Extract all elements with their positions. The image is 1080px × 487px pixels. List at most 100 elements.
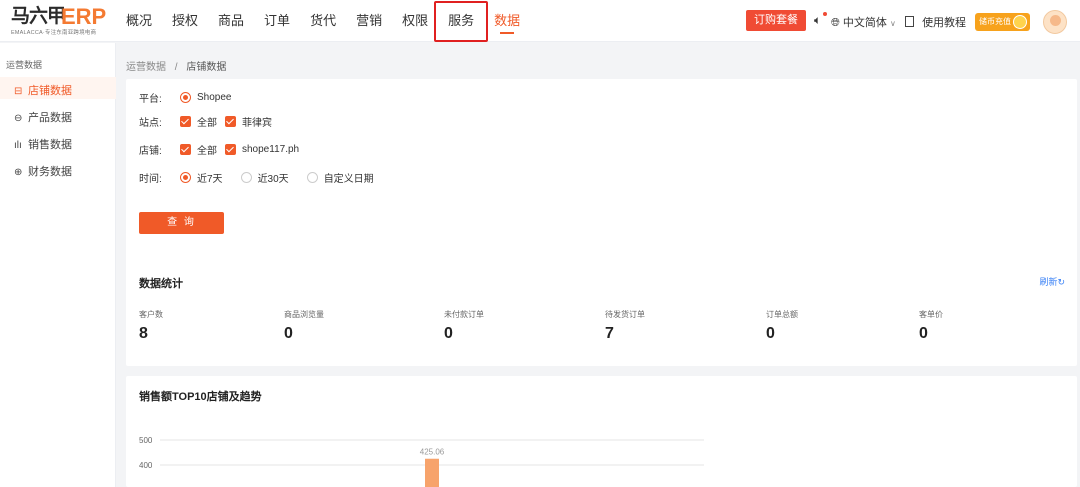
nav-item-orders[interactable]: 订单 — [254, 0, 300, 42]
notification-dot — [823, 12, 827, 16]
nav-item-overview[interactable]: 概况 — [116, 0, 162, 42]
platform-radio-shopee[interactable] — [180, 92, 191, 103]
stat-label: 客户数 — [139, 310, 163, 319]
site-all-label: 全部 — [197, 118, 217, 129]
stat-order-total: 订单总额 0 — [766, 309, 798, 343]
chevron-down-icon: ∨ — [889, 19, 896, 28]
logo-erp-text: ERP — [61, 4, 107, 29]
nav-item-products[interactable]: 商品 — [208, 0, 254, 42]
logo-subtitle: EMALACCA·专注东南亚跨境电商 — [11, 30, 97, 36]
finance-icon: ⊕ — [14, 167, 23, 178]
site-all-checkbox[interactable] — [180, 116, 191, 127]
site-ph-checkbox[interactable] — [225, 116, 236, 127]
language-label: 中文简体 — [842, 17, 887, 29]
stat-label: 订单总额 — [766, 310, 798, 319]
nav-item-marketing[interactable]: 营销 — [346, 0, 392, 42]
sidebar-item-label: 财务数据 — [28, 166, 72, 178]
stat-product-views: 商品浏览量 0 — [284, 309, 324, 343]
time-option-7d: 近7天 — [197, 174, 223, 185]
tutorial-label: 使用教程 — [922, 17, 967, 29]
sidebar-section-title: 运营数据 — [6, 60, 43, 70]
store-icon: ⊟ — [14, 86, 23, 97]
coin-icon — [1013, 15, 1027, 29]
tutorial-link[interactable]: 使用教程 — [905, 14, 966, 30]
nav-item-permissions[interactable]: 权限 — [392, 0, 438, 42]
sidebar-item-finance-data[interactable]: ⊕ 财务数据 — [14, 163, 72, 179]
time-row: 时间: 近7天 近30天 自定义日期 — [139, 170, 382, 185]
breadcrumb-current: 店铺数据 — [186, 62, 227, 73]
user-avatar[interactable] — [1043, 10, 1067, 34]
sales-chart-icon: ılı — [14, 140, 22, 151]
stat-unpaid-orders: 未付款订单 0 — [444, 309, 484, 343]
filter-card: 平台: Shopee 站点: 全部 菲律宾 店铺: 全部 shope117.ph… — [126, 79, 1077, 286]
speaker-notification-icon[interactable]: 🔈︎ — [814, 13, 821, 28]
language-selector[interactable]: 🌐︎ 中文简体 ∨ — [831, 14, 896, 30]
stat-avg-order-value: 客单价 0 — [919, 309, 943, 343]
platform-label: 平台: — [139, 94, 162, 105]
time-radio-7d[interactable] — [180, 172, 191, 183]
recharge-label: 储币充值 — [979, 17, 1011, 26]
stat-pending-shipment: 待发货订单 7 — [605, 309, 645, 343]
nav-item-auth[interactable]: 授权 — [162, 0, 208, 42]
sidebar-item-product-data[interactable]: ⊖ 产品数据 — [14, 109, 72, 125]
refresh-button[interactable]: 刷新↻ — [1039, 275, 1065, 288]
breadcrumb-separator: / — [174, 62, 178, 73]
sidebar-item-label: 产品数据 — [28, 112, 72, 124]
store-shop-checkbox[interactable] — [225, 144, 236, 155]
refresh-label: 刷新 — [1039, 277, 1058, 287]
store-all-label: 全部 — [197, 146, 217, 157]
store-shop-label: shope117.ph — [242, 144, 300, 155]
stat-value: 8 — [139, 325, 148, 342]
query-button[interactable]: 查 询 — [139, 212, 224, 234]
nav-item-forwarder[interactable]: 货代 — [300, 0, 346, 42]
store-label: 店铺: — [139, 146, 162, 157]
chart-card: 销售额TOP10店铺及趋势 500 400 425.06 — [126, 376, 1077, 487]
buy-plan-button[interactable]: 订购套餐 — [746, 10, 806, 31]
sidebar-item-label: 店铺数据 — [28, 85, 72, 97]
bar-data-label: 425.06 — [420, 448, 445, 457]
stat-label: 商品浏览量 — [284, 310, 324, 319]
site-label: 站点: — [139, 118, 162, 129]
sidebar-item-store-data[interactable]: ⊟ 店铺数据 — [14, 82, 72, 98]
stats-card: 数据统计 刷新↻ 客户数 8 商品浏览量 0 未付款订单 0 待发货订单 7 订单总额 0… — [126, 258, 1077, 366]
platform-row: 平台: Shopee — [139, 90, 239, 105]
stat-label: 待发货订单 — [605, 310, 645, 319]
logo-cn-text: 马六甲 — [11, 6, 66, 27]
y-tick-label: 500 — [139, 436, 153, 445]
store-all-checkbox[interactable] — [180, 144, 191, 155]
time-option-30d: 近30天 — [257, 174, 289, 185]
highlight-annotation-box — [434, 1, 488, 42]
stat-customers: 客户数 8 — [139, 309, 163, 343]
stats-title: 数据统计 — [139, 278, 183, 290]
time-radio-custom[interactable] — [306, 172, 318, 183]
stat-value: 7 — [605, 325, 614, 342]
globe-icon: 🌐︎ — [831, 17, 840, 29]
top-header: 马六甲 ERP EMALACCA·专注东南亚跨境电商 概况 授权 商品 订单 货… — [0, 0, 1080, 42]
stat-value: 0 — [919, 325, 928, 342]
sales-chart: 500 400 425.06 — [139, 436, 704, 487]
time-label: 时间: — [139, 174, 162, 185]
breadcrumb-parent[interactable]: 运营数据 — [126, 62, 166, 73]
sidebar-item-sales-data[interactable]: ılı 销售数据 — [14, 136, 72, 152]
refresh-icon: ↻ — [1057, 277, 1065, 287]
bar — [425, 458, 439, 487]
sidebar: 运营数据 ⊟ 店铺数据 ⊖ 产品数据 ılı 销售数据 ⊕ 财务数据 — [0, 43, 116, 487]
stat-value: 0 — [284, 325, 293, 342]
recharge-button[interactable]: 储币充值 — [975, 13, 1030, 31]
sidebar-item-label: 销售数据 — [28, 139, 72, 151]
stat-value: 0 — [444, 325, 453, 342]
app-logo[interactable]: 马六甲 ERP EMALACCA·专注东南亚跨境电商 — [11, 4, 107, 37]
stat-label: 客单价 — [919, 310, 943, 319]
site-ph-label: 菲律宾 — [242, 118, 272, 129]
stat-value: 0 — [766, 325, 775, 342]
main-content: 运营数据 / 店铺数据 平台: Shopee 站点: 全部 菲律宾 店铺: 全部… — [116, 43, 1080, 487]
breadcrumb: 运营数据 / 店铺数据 — [126, 58, 226, 73]
store-row: 店铺: 全部 shope117.ph — [139, 142, 307, 157]
book-icon — [905, 16, 914, 27]
site-row: 站点: 全部 菲律宾 — [139, 114, 280, 129]
time-option-custom: 自定义日期 — [323, 174, 374, 185]
platform-option-label: Shopee — [197, 92, 232, 103]
nav-item-data[interactable]: 数据 — [484, 0, 530, 42]
y-tick-label: 400 — [139, 461, 153, 470]
time-radio-30d[interactable] — [240, 172, 252, 183]
